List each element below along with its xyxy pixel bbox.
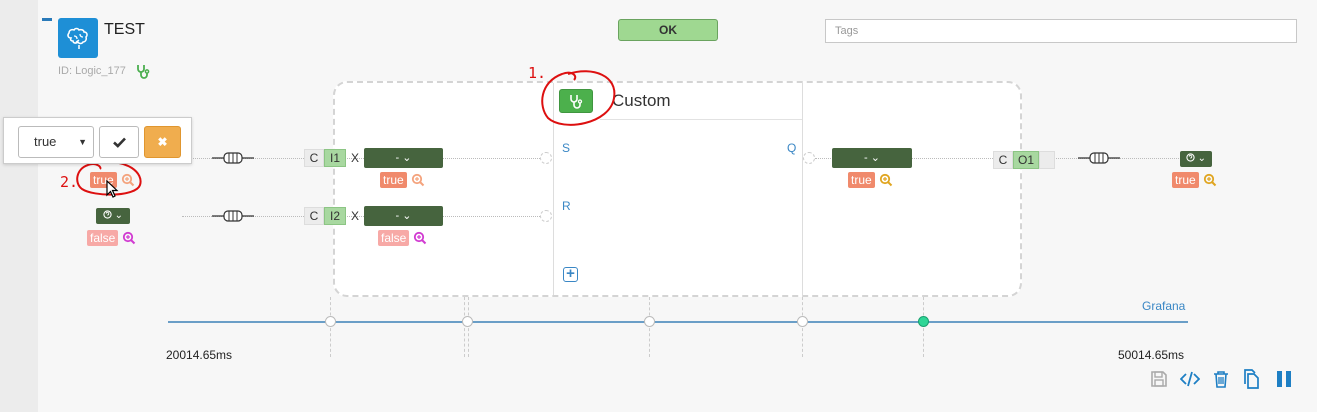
output-dropdown[interactable]: - ⌄ — [832, 148, 912, 168]
connector-icon — [212, 210, 254, 222]
timeline-node[interactable] — [462, 316, 473, 327]
input-2-x[interactable]: X — [346, 207, 364, 225]
plus-square-icon[interactable]: + — [563, 266, 578, 282]
timeline-node-active[interactable] — [918, 316, 929, 327]
timeline-guide — [330, 297, 331, 357]
status-ok-badge[interactable]: OK — [618, 19, 718, 41]
target-dropdown[interactable]: ⌄ — [1180, 151, 1212, 167]
block-title: Custom — [612, 91, 671, 110]
timeline-guide — [649, 297, 650, 357]
source-2-dropdown[interactable]: ⌄ — [96, 208, 130, 224]
target-value-group: true — [1172, 172, 1217, 188]
connector-icon — [212, 152, 254, 164]
grafana-link[interactable]: Grafana — [1142, 299, 1185, 313]
mouse-cursor-icon — [106, 180, 119, 198]
timeline-guide — [468, 297, 469, 357]
page-title: TEST — [104, 21, 145, 38]
input-1-value: true — [380, 172, 407, 188]
source-2-value-group: false — [87, 230, 136, 246]
input-2-value-group: false — [378, 230, 427, 246]
output-value-group: true — [848, 172, 893, 188]
port-s[interactable]: S — [562, 141, 570, 155]
timeline-end: 50014.65ms — [1118, 348, 1185, 362]
tags-input[interactable]: Tags — [825, 19, 1297, 43]
input-1-c[interactable]: C — [304, 149, 324, 167]
annotation-circle-1 — [541, 70, 616, 126]
output-id: O1 — [1013, 151, 1039, 169]
output-value: true — [848, 172, 875, 188]
zoom-icon[interactable] — [122, 231, 136, 245]
cancel-button[interactable]: ✖ — [144, 126, 181, 158]
code-icon[interactable] — [1179, 368, 1201, 390]
port-s-connector[interactable] — [540, 152, 552, 164]
caret-down-icon: ▼ — [78, 137, 87, 147]
input-2-dropdown[interactable]: - ⌄ — [364, 206, 443, 226]
floppy-disk-icon[interactable] — [1148, 368, 1170, 390]
input-1-x[interactable]: X — [346, 149, 364, 167]
timeline-node[interactable] — [644, 316, 655, 327]
pause-icon[interactable] — [1273, 368, 1295, 390]
input-1-id: I1 — [324, 149, 346, 167]
input-1-dropdown[interactable]: - ⌄ — [364, 148, 443, 168]
timeline-node[interactable] — [797, 316, 808, 327]
timeline-guide — [802, 297, 803, 357]
timeline-start: 20014.65ms — [166, 348, 233, 362]
port-r-connector[interactable] — [540, 210, 552, 222]
stethoscope-icon[interactable] — [136, 64, 150, 82]
logic-id: ID: Logic_177 — [58, 65, 126, 77]
timeline-node[interactable] — [325, 316, 336, 327]
question-circle-icon — [103, 210, 112, 219]
confirm-button[interactable] — [99, 126, 139, 158]
trash-icon[interactable] — [1210, 368, 1232, 390]
block-title-divider — [600, 119, 802, 120]
port-r[interactable]: R — [562, 199, 571, 213]
source-2-value: false — [87, 230, 119, 246]
timeline-guide — [923, 297, 924, 357]
value-select-text: true — [34, 134, 57, 149]
target-value: true — [1172, 172, 1199, 188]
timeline-guide — [464, 297, 465, 357]
value-select[interactable]: true ▼ — [18, 126, 94, 158]
port-q[interactable]: Q — [787, 141, 796, 155]
connector-icon — [1078, 152, 1120, 164]
question-circle-icon — [1186, 153, 1195, 162]
zoom-icon[interactable] — [879, 173, 893, 187]
zoom-icon[interactable] — [1203, 173, 1217, 187]
zoom-icon[interactable] — [411, 173, 425, 187]
brain-icon — [58, 18, 98, 58]
check-icon — [112, 137, 126, 148]
block-divider-right — [802, 83, 803, 295]
output-c[interactable]: C — [993, 151, 1013, 169]
close-icon: ✖ — [157, 135, 168, 149]
input-2-id: I2 — [324, 207, 346, 225]
timeline-track[interactable] — [168, 321, 1188, 323]
custom-block — [333, 81, 1022, 297]
collapse-toggle[interactable] — [42, 18, 52, 21]
input-1-value-group: true — [380, 172, 425, 188]
zoom-icon[interactable] — [413, 231, 427, 245]
copy-icon[interactable] — [1241, 368, 1263, 390]
port-q-connector[interactable] — [803, 152, 815, 164]
input-2-c[interactable]: C — [304, 207, 324, 225]
output-id-pad — [1039, 151, 1055, 169]
input-2-value: false — [378, 230, 410, 246]
